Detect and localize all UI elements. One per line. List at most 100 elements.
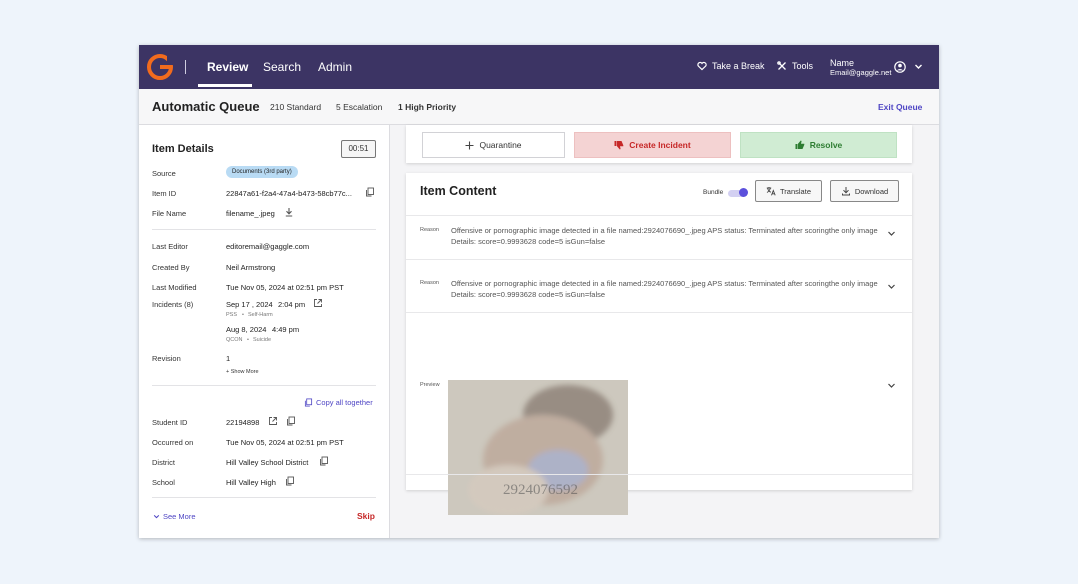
item-id-label: Item ID: [152, 189, 177, 198]
student-id-label: Student ID: [152, 418, 188, 427]
download-icon[interactable]: [284, 207, 294, 217]
thumbs-down-icon: [614, 141, 624, 150]
reason-label: Reason: [420, 227, 439, 233]
incident-category: Suicide: [253, 337, 272, 343]
divider: [152, 229, 376, 230]
copy-icon[interactable]: [286, 416, 296, 426]
app-window: Review Search Admin Take a Break Tools N…: [139, 45, 939, 538]
skip-button[interactable]: Skip: [357, 511, 375, 521]
file-name-label: File Name: [152, 209, 187, 218]
download-label: Download: [854, 186, 889, 196]
see-more-button[interactable]: See More: [153, 512, 196, 521]
copy-all-label: Copy all together: [316, 398, 373, 407]
copy-all-button[interactable]: Copy all together: [304, 398, 373, 407]
source-label: Source: [152, 169, 176, 178]
download-button[interactable]: Download: [830, 180, 899, 202]
last-modified-label: Last Modified: [152, 283, 197, 292]
item-id-value: 22847a61-f2a4-47a4-b473-58cb77c...: [226, 189, 352, 198]
take-break-button[interactable]: Take a Break: [697, 61, 765, 71]
school-value: Hill Valley High: [226, 478, 276, 487]
chevron-down-icon: [153, 514, 160, 519]
download-icon: [841, 187, 850, 196]
queue-title: Automatic Queue: [152, 99, 260, 114]
action-bar: Quarantine Create Incident Resolve: [406, 125, 912, 163]
user-email: Email@gaggle.net: [830, 68, 892, 77]
translate-button[interactable]: Translate: [755, 180, 822, 202]
incident-code: QCON: [226, 337, 243, 343]
take-break-label: Take a Break: [712, 61, 765, 71]
resolve-button[interactable]: Resolve: [740, 132, 897, 158]
tools-label: Tools: [792, 61, 814, 71]
open-external-icon[interactable]: [268, 416, 278, 426]
active-tab-indicator: [198, 84, 252, 87]
nav-separator: [185, 60, 186, 74]
account-circle-icon[interactable]: [894, 61, 906, 73]
tools-button[interactable]: Tools: [777, 61, 813, 71]
high-priority-count: 1 High Priority: [398, 102, 457, 112]
chevron-down-icon[interactable]: [887, 282, 896, 291]
item-content-card: Item Content Bundle Translate Download R…: [406, 173, 912, 515]
incident-time: 2:04 pm: [278, 300, 306, 309]
incident-code: PSS: [226, 312, 238, 318]
chevron-down-icon[interactable]: [914, 62, 923, 71]
preview-label: Preview: [420, 382, 440, 388]
incident-category: Self-Harm: [248, 312, 273, 318]
thumbs-up-icon: [795, 140, 804, 149]
file-name-value: filename_.jpeg: [226, 209, 275, 218]
gaggle-logo-icon[interactable]: [147, 54, 175, 80]
create-incident-label: Create Incident: [629, 140, 691, 150]
district-value: Hill Valley School District: [226, 458, 309, 467]
translate-label: Translate: [780, 186, 811, 196]
see-more-label: See More: [163, 512, 196, 521]
bundle-label: Bundle: [703, 189, 724, 196]
tab-review[interactable]: Review: [207, 60, 248, 74]
occurred-on-value: Tue Nov 05, 2024 at 02:51 pm PST: [226, 438, 344, 447]
row-divider: [406, 312, 912, 313]
main-content: Quarantine Create Incident Resolve Item …: [390, 125, 939, 538]
source-badge: Documents (3rd party): [226, 166, 298, 178]
incident-date: Aug 8, 2024: [226, 325, 267, 334]
copy-icon[interactable]: [285, 476, 295, 486]
reason-text: Offensive or pornographic image detected…: [451, 279, 878, 299]
occurred-on-label: Occurred on: [152, 438, 194, 447]
student-id-value: 22194898: [226, 418, 260, 427]
standard-count: 210 Standard: [270, 102, 322, 112]
revision-label: Revision: [152, 354, 181, 363]
escalation-count: 5 Escalation: [336, 102, 383, 112]
item-details-panel: Item Details 00:51 Source Documents (3rd…: [139, 125, 390, 538]
item-details-title: Item Details: [152, 143, 214, 155]
user-info: Name Email@gaggle.net: [830, 58, 891, 78]
tab-admin[interactable]: Admin: [318, 60, 352, 74]
incident-separator: •: [247, 337, 249, 343]
incidents-label: Incidents (8): [152, 300, 194, 309]
preview-image[interactable]: 2924076592: [448, 380, 628, 515]
row-divider: [406, 215, 912, 216]
created-by-value: Neil Armstrong: [226, 263, 276, 272]
tab-search[interactable]: Search: [263, 60, 301, 74]
open-external-icon[interactable]: [313, 298, 323, 308]
create-incident-button[interactable]: Create Incident: [574, 132, 731, 158]
last-editor-label: Last Editor: [152, 242, 188, 251]
reason-text: Offensive or pornographic image detected…: [451, 226, 878, 246]
item-content-title: Item Content: [420, 184, 497, 198]
copy-icon[interactable]: [365, 187, 375, 197]
tools-icon: [777, 61, 786, 70]
exit-queue-link[interactable]: Exit Queue: [878, 102, 922, 112]
revision-value: 1: [226, 354, 231, 363]
preview-watermark: 2924076592: [503, 482, 578, 498]
chevron-down-icon[interactable]: [887, 229, 896, 238]
translate-icon: [766, 187, 776, 196]
reason-label: Reason: [420, 280, 439, 286]
divider: [152, 385, 376, 386]
quarantine-button[interactable]: Quarantine: [422, 132, 565, 158]
bundle-toggle-knob[interactable]: [739, 188, 748, 197]
chevron-down-icon[interactable]: [887, 381, 896, 390]
district-label: District: [152, 458, 175, 467]
timer-badge: 00:51: [341, 140, 376, 158]
copy-icon[interactable]: [319, 456, 329, 466]
show-more-link[interactable]: + Show More: [226, 369, 259, 375]
row-divider: [406, 474, 912, 475]
resolve-label: Resolve: [809, 140, 843, 150]
row-divider: [406, 259, 912, 260]
incident-separator: •: [242, 312, 244, 318]
